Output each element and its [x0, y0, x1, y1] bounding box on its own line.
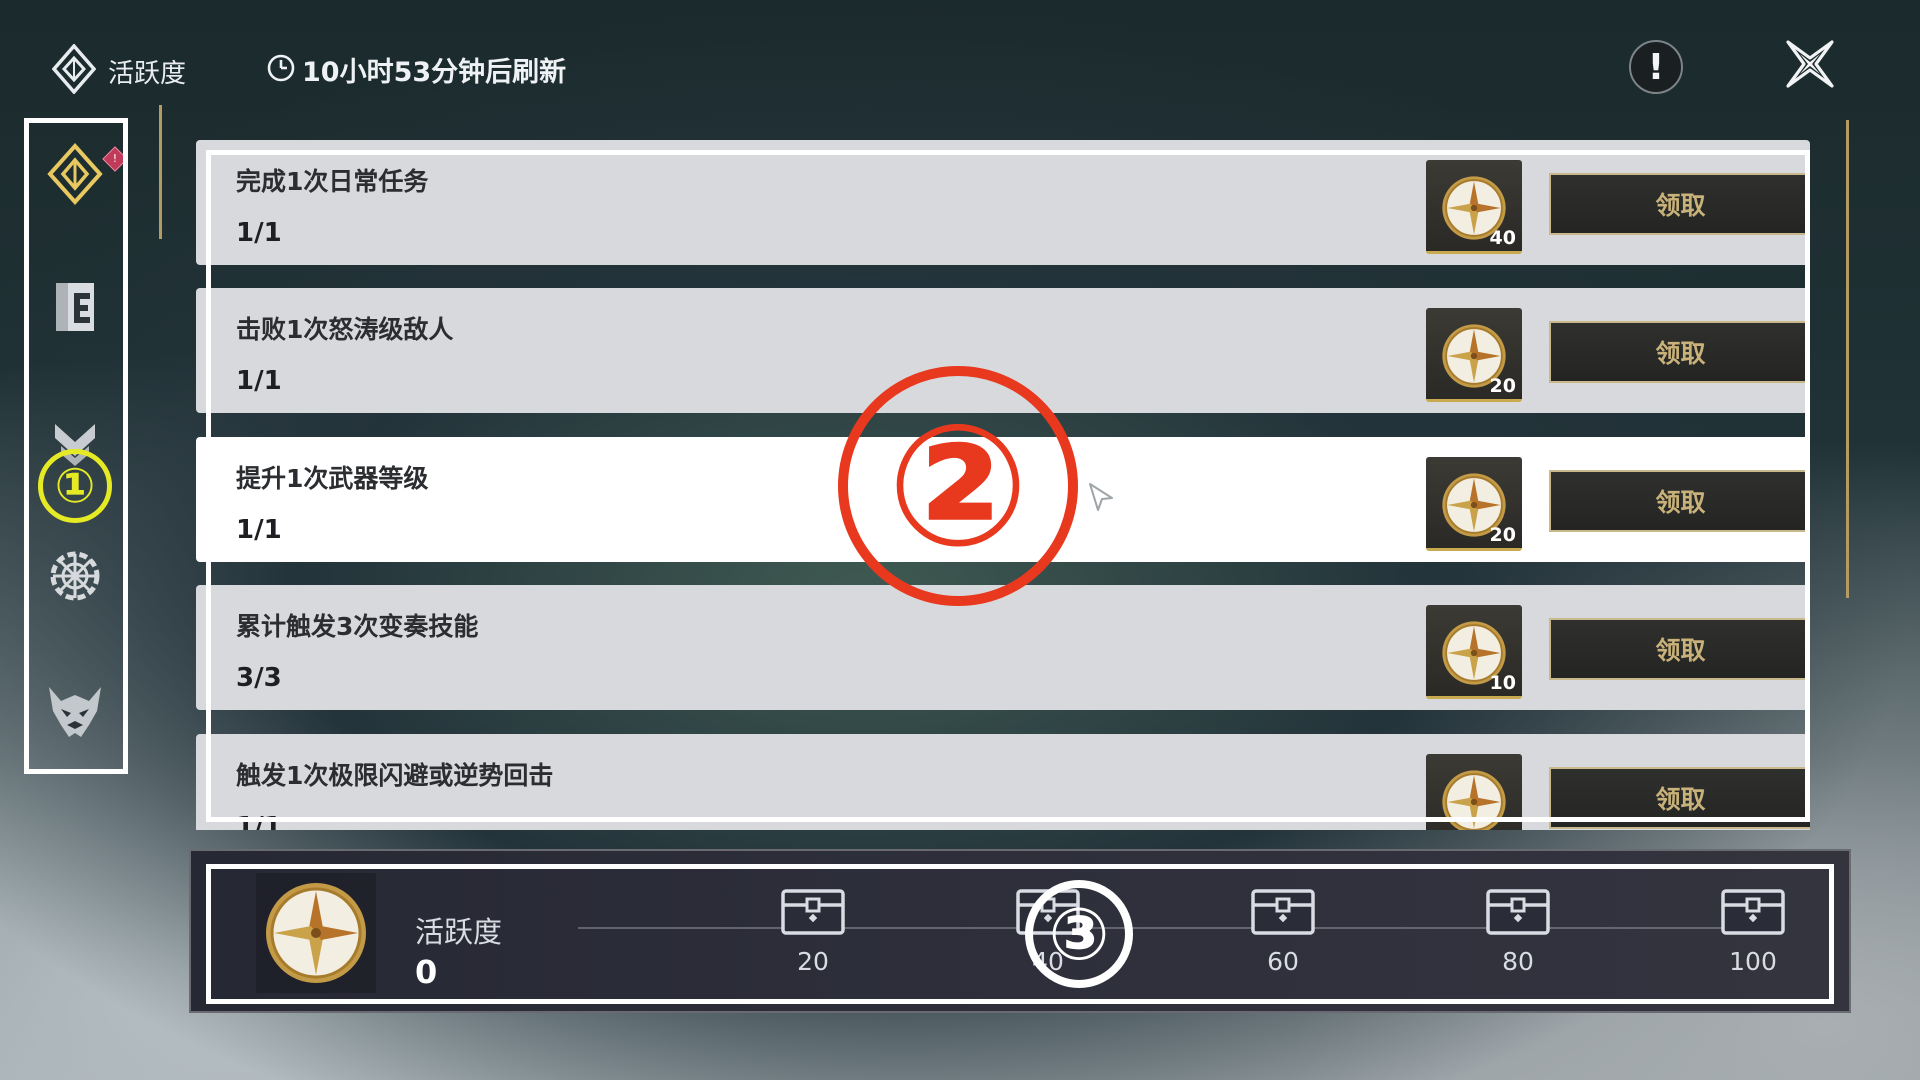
- refresh-timer: 10小时53分钟后刷新: [302, 57, 567, 88]
- claim-button[interactable]: 领取: [1549, 767, 1810, 829]
- task-reward[interactable]: 20: [1426, 457, 1522, 551]
- claim-button[interactable]: 领取: [1549, 173, 1810, 235]
- milestone-chest[interactable]: 60: [1243, 887, 1323, 976]
- page-title: 活跃度: [108, 59, 187, 89]
- milestone-chest[interactable]: 20: [773, 887, 853, 976]
- task-progress: 3/3: [236, 663, 282, 693]
- task-reward[interactable]: 40: [1426, 160, 1522, 254]
- activity-progress-track: [578, 927, 1753, 929]
- treasure-chest-icon: [1486, 889, 1550, 935]
- task-progress: 1/1: [236, 366, 282, 396]
- sidebar-active-indicator: [159, 105, 162, 239]
- info-button[interactable]: !: [1629, 40, 1683, 94]
- task-name: 提升1次武器等级: [236, 464, 429, 493]
- task-name: 击败1次怒涛级敌人: [236, 315, 454, 344]
- annotation-box-sidebar: [24, 118, 128, 774]
- claim-button[interactable]: 领取: [1549, 470, 1810, 532]
- compass-icon: [266, 883, 366, 983]
- clock-icon: [267, 54, 295, 82]
- task-name: 完成1次日常任务: [236, 167, 429, 196]
- task-reward-count: 20: [1489, 524, 1516, 546]
- task-name: 触发1次极限闪避或逆势回击: [236, 761, 554, 790]
- task-name: 累计触发3次变奏技能: [236, 612, 479, 641]
- claim-button[interactable]: 领取: [1549, 618, 1810, 680]
- activity-reward-frame: [256, 873, 376, 993]
- task-reward-count: 40: [1489, 227, 1516, 249]
- task-card: 完成1次日常任务 1/1 40 领取: [196, 140, 1810, 265]
- milestone-chest[interactable]: 100: [1713, 887, 1793, 976]
- milestone-value: 20: [797, 947, 829, 976]
- milestone-value: 80: [1502, 947, 1534, 976]
- task-progress: 1/1: [236, 812, 282, 830]
- task-reward[interactable]: [1426, 754, 1522, 830]
- task-progress: 1/1: [236, 218, 282, 248]
- task-reward[interactable]: 20: [1426, 308, 1522, 402]
- task-card: 累计触发3次变奏技能 3/3 10 领取: [196, 585, 1810, 710]
- task-reward-count: 20: [1489, 375, 1516, 397]
- task-reward[interactable]: 10: [1426, 605, 1522, 699]
- claim-button[interactable]: 领取: [1549, 321, 1810, 383]
- activity-progress-bar: 活跃度 0 20 40 60 80 100: [189, 849, 1851, 1013]
- activity-label: 活跃度: [415, 915, 503, 949]
- annotation-marker-2: ②: [838, 366, 1078, 606]
- compass-icon: [1442, 770, 1506, 830]
- annotation-marker-1: ①: [38, 449, 112, 523]
- treasure-chest-icon: [781, 889, 845, 935]
- close-icon: [1786, 40, 1834, 88]
- milestone-value: 100: [1729, 947, 1777, 976]
- task-reward-count: 10: [1489, 672, 1516, 694]
- task-list-scrollbar[interactable]: [1846, 120, 1849, 598]
- task-progress: 1/1: [236, 515, 282, 545]
- treasure-chest-icon: [1721, 889, 1785, 935]
- milestone-value: 60: [1267, 947, 1299, 976]
- milestone-chest[interactable]: 80: [1478, 887, 1558, 976]
- treasure-chest-icon: [1251, 889, 1315, 935]
- diamond-emblem-icon: [51, 43, 97, 95]
- header-logo: [51, 43, 97, 95]
- annotation-marker-3: ③: [1025, 880, 1133, 988]
- exclamation-icon: !: [1647, 46, 1665, 88]
- activity-value: 0: [415, 953, 438, 991]
- mouse-cursor-icon: [1089, 483, 1113, 511]
- close-button[interactable]: [1782, 36, 1838, 92]
- task-card: 触发1次极限闪避或逆势回击 1/1 领取: [196, 734, 1810, 830]
